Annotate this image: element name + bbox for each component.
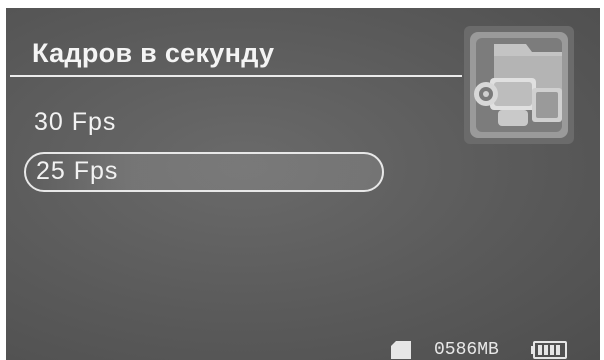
camcorder-screen: Кадров в секунду 30 Fps 25 Fps 0586MB bbox=[6, 8, 600, 360]
storage-remaining: 0586MB bbox=[434, 340, 499, 360]
menu-item-label: 25 Fps bbox=[36, 157, 119, 185]
menu-item-30fps[interactable]: 30 Fps bbox=[24, 102, 384, 142]
title-divider bbox=[10, 75, 462, 77]
menu-item-25fps[interactable]: 25 Fps bbox=[24, 152, 384, 192]
battery-icon bbox=[531, 341, 567, 360]
video-camera-icon bbox=[464, 26, 574, 144]
sd-card-icon bbox=[390, 341, 412, 360]
page-title: Кадров в секунду bbox=[32, 38, 275, 68]
menu-item-label: 30 Fps bbox=[34, 108, 117, 136]
